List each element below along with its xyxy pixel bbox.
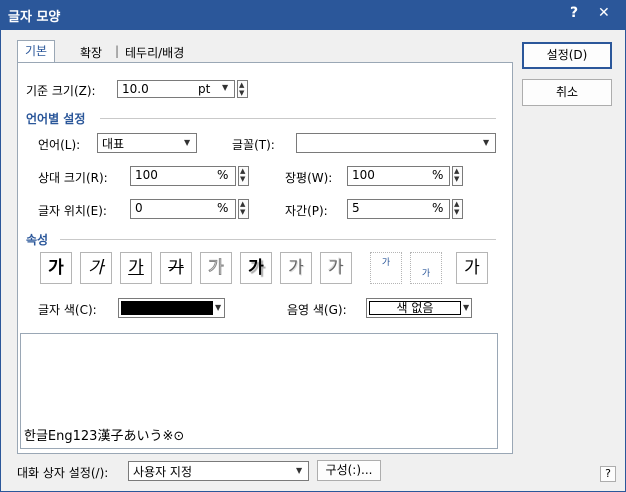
base-size-input[interactable]: 10.0 pt ▼ (117, 80, 235, 98)
shade-color-value: 색 없음 (369, 301, 461, 315)
preview-box: 한글Eng123漢子あいう※⊙ (20, 333, 498, 449)
width-ratio-spinner[interactable]: ▲ ▼ (452, 166, 463, 186)
shadow-button[interactable]: 가 (240, 252, 272, 284)
shade-color-label: 음영 색(G): (287, 303, 347, 317)
preview-text: 한글Eng123漢子あいう※⊙ (24, 429, 185, 444)
char-spacing-input[interactable]: 5 % (347, 199, 450, 219)
text-color-picker[interactable]: ▼ (118, 298, 225, 318)
underline-button[interactable]: 가 (120, 252, 152, 284)
chevron-down-icon[interactable]: ▼ (215, 303, 221, 312)
width-ratio-label: 장평(W): (285, 171, 333, 185)
shade-color-picker[interactable]: 색 없음 ▼ (366, 298, 472, 318)
title-bar: 글자 모양 ? ✕ (0, 0, 626, 30)
strikethrough-button[interactable]: 가 (160, 252, 192, 284)
spin-up-icon[interactable]: ▲ (240, 200, 245, 208)
char-spacing-label: 자간(P): (285, 204, 328, 218)
char-spacing-value: 5 (352, 201, 360, 215)
dialog-title: 글자 모양 (8, 10, 61, 25)
base-size-spinner[interactable]: ▲ ▼ (237, 80, 248, 98)
tab-separator: | (115, 44, 120, 58)
close-icon[interactable]: ✕ (598, 5, 610, 21)
spin-up-icon[interactable]: ▲ (454, 200, 459, 208)
chevron-down-icon[interactable]: ▼ (222, 83, 228, 92)
normal-button[interactable]: 가 (456, 252, 488, 284)
relative-size-value: 100 (135, 168, 158, 182)
section-divider (100, 118, 496, 119)
cancel-button[interactable]: 취소 (522, 79, 612, 106)
dialog-preset-select[interactable]: 사용자 지정 ▼ (128, 461, 309, 481)
spin-down-icon[interactable]: ▼ (454, 208, 459, 216)
language-section-title: 언어별 설정 (26, 112, 86, 126)
help-icon[interactable]: ? (570, 5, 578, 21)
relative-size-unit: % (217, 168, 229, 182)
tab-border-background[interactable]: 테두리/배경 (125, 44, 184, 61)
relative-size-spinner[interactable]: ▲ ▼ (238, 166, 249, 186)
spin-up-icon[interactable]: ▲ (454, 167, 459, 175)
chevron-down-icon[interactable]: ▼ (184, 138, 190, 147)
spin-down-icon[interactable]: ▼ (240, 175, 245, 183)
language-label: 언어(L): (38, 138, 81, 152)
relative-size-label: 상대 크기(R): (38, 171, 108, 185)
spin-down-icon[interactable]: ▼ (454, 175, 459, 183)
spin-up-icon[interactable]: ▲ (239, 81, 244, 89)
engrave-button[interactable]: 가 (320, 252, 352, 284)
char-spacing-unit: % (432, 201, 444, 215)
spin-down-icon[interactable]: ▼ (239, 89, 244, 97)
italic-button[interactable]: 가 (80, 252, 112, 284)
chevron-down-icon[interactable]: ▼ (463, 303, 469, 312)
outline-button[interactable]: 가 (200, 252, 232, 284)
char-position-spinner[interactable]: ▲ ▼ (238, 199, 249, 219)
relative-size-input[interactable]: 100 % (130, 166, 236, 186)
section-divider (60, 239, 496, 240)
base-size-value: 10.0 (122, 82, 149, 96)
spin-down-icon[interactable]: ▼ (240, 208, 245, 216)
char-spacing-spinner[interactable]: ▲ ▼ (452, 199, 463, 219)
text-color-label: 글자 색(C): (38, 303, 97, 317)
tab-extended[interactable]: 확장 (80, 44, 102, 61)
dialog-preset-label: 대화 상자 설정(/): (17, 466, 109, 480)
char-position-unit: % (217, 201, 229, 215)
width-ratio-value: 100 (352, 168, 375, 182)
base-size-unit: pt (198, 82, 211, 96)
config-button[interactable]: 구성(:)... (317, 460, 381, 481)
base-size-label: 기준 크기(Z): (26, 84, 96, 98)
tab-basic[interactable]: 기본 (17, 40, 56, 63)
language-select[interactable]: 대표 ▼ (97, 133, 197, 153)
emboss-button[interactable]: 가 (280, 252, 312, 284)
spin-up-icon[interactable]: ▲ (240, 167, 245, 175)
width-ratio-input[interactable]: 100 % (347, 166, 450, 186)
font-select[interactable]: ▼ (296, 133, 496, 153)
dialog-preset-value: 사용자 지정 (133, 465, 193, 479)
chevron-down-icon[interactable]: ▼ (483, 138, 489, 147)
attributes-section-title: 속성 (26, 233, 49, 247)
width-ratio-unit: % (432, 168, 444, 182)
help-icon[interactable]: ? (600, 466, 616, 482)
char-position-label: 글자 위치(E): (38, 204, 107, 218)
char-position-value: 0 (135, 201, 143, 215)
text-color-swatch (121, 301, 213, 315)
superscript-button[interactable]: 가 (370, 252, 402, 284)
bold-button[interactable]: 가 (40, 252, 72, 284)
chevron-down-icon[interactable]: ▼ (296, 466, 302, 475)
language-value: 대표 (102, 137, 125, 151)
subscript-button[interactable]: 가 (410, 252, 442, 284)
ok-button[interactable]: 설정(D) (522, 42, 612, 69)
char-position-input[interactable]: 0 % (130, 199, 236, 219)
font-label: 글꼴(T): (232, 138, 275, 152)
